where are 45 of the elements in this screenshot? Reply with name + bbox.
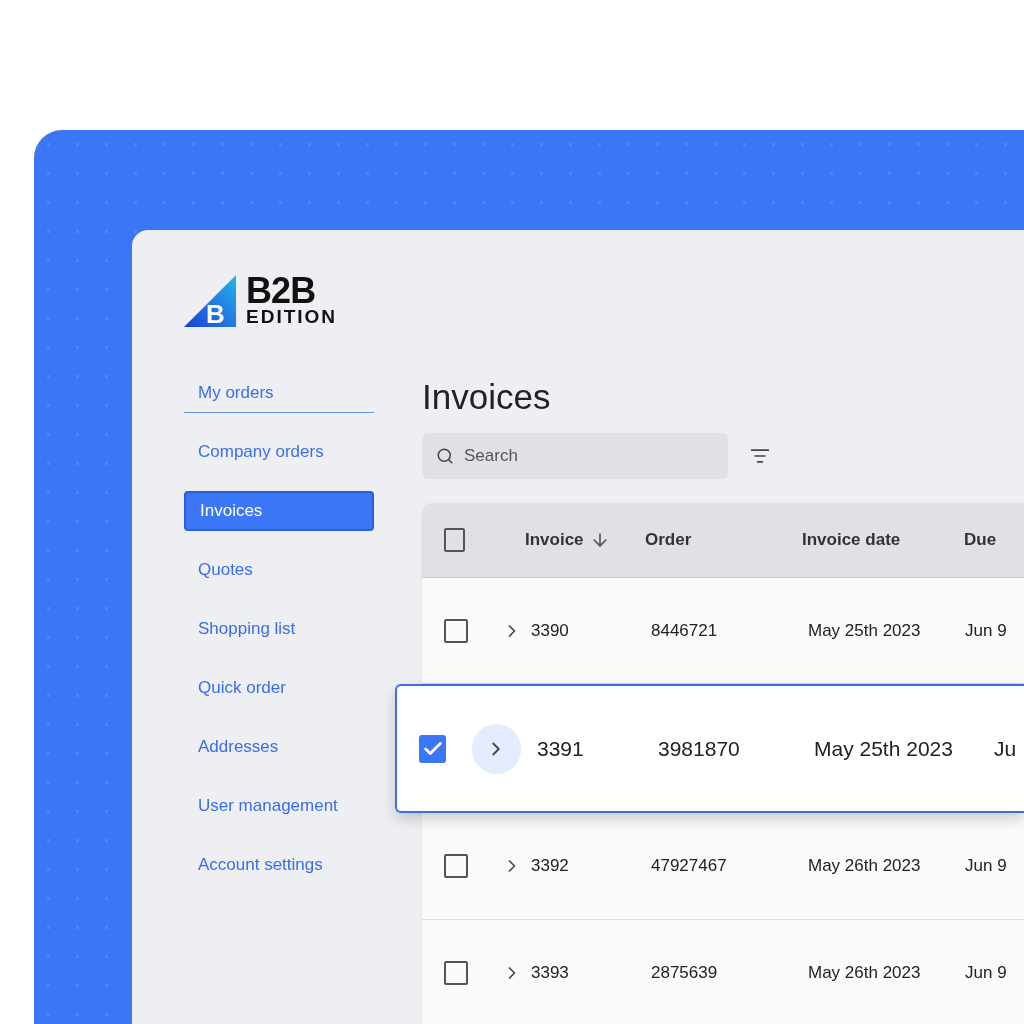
table-row[interactable]: 3393 2875639 May 26th 2023 Jun 9	[422, 920, 1024, 1024]
sidebar-item[interactable]: Shopping list	[184, 609, 374, 649]
table-cell-text: 3391	[537, 735, 585, 762]
sidebar-item[interactable]: Quotes	[184, 550, 374, 590]
filter-icon[interactable]	[750, 446, 770, 466]
table-row[interactable]: 3392 47927467 May 26th 2023 Jun 9	[422, 813, 1024, 920]
checkbox[interactable]	[444, 961, 468, 985]
sidebar-item[interactable]: User management	[184, 786, 374, 826]
table-cell-text: 8446721	[651, 619, 719, 642]
logo-letter: B	[206, 301, 225, 327]
checkbox[interactable]	[444, 528, 465, 552]
logo-subtext: EDITION	[246, 307, 338, 327]
table-cell-text: 3393	[531, 962, 570, 985]
table-cell-text: May 26th 2023	[808, 855, 922, 878]
table-cell-text: May 25th 2023	[814, 735, 954, 762]
table-cell-text: Jun 9	[965, 962, 1008, 985]
column-header[interactable]: Invoice	[525, 527, 584, 553]
triangle-logo-icon	[184, 275, 238, 329]
sidebar-item[interactable]: Company orders	[184, 432, 374, 472]
sidebar-item[interactable]: Invoices	[184, 491, 374, 531]
page-title: Invoices	[422, 376, 552, 418]
search-field[interactable]: Search	[422, 433, 728, 479]
search-icon	[436, 447, 454, 465]
table-cell-text: May 26th 2023	[808, 962, 922, 985]
table-cell-text: Jun 9	[965, 855, 1008, 878]
column-header[interactable]: Order	[645, 527, 692, 553]
checkbox[interactable]	[444, 618, 468, 643]
logo-text: B2B	[246, 275, 316, 307]
table-row[interactable]: 3391 3981870 May 25th 2023 Ju	[395, 684, 1024, 813]
sidebar-item[interactable]: Addresses	[184, 727, 374, 767]
table-cell-text: Ju	[994, 735, 1018, 762]
table-cell-text: 3392	[531, 855, 570, 878]
table-cell-text: 3390	[531, 619, 570, 642]
table-cell-text: May 25th 2023	[808, 619, 922, 642]
table-cell-text: 2875639	[651, 962, 719, 985]
column-header[interactable]: Invoice date	[802, 527, 901, 553]
table-cell-text: 47927467	[651, 855, 728, 878]
sidebar-item[interactable]: Account settings	[184, 845, 374, 885]
checkbox[interactable]	[419, 734, 447, 763]
sidebar-item[interactable]: Quick order	[184, 668, 374, 708]
column-header[interactable]: Due	[964, 527, 997, 553]
checkbox[interactable]	[444, 854, 468, 878]
sidebar-item[interactable]: My orders	[184, 373, 374, 413]
table-cell-text: Jun 9	[965, 619, 1008, 642]
table-cell-text: 3981870	[658, 735, 741, 762]
